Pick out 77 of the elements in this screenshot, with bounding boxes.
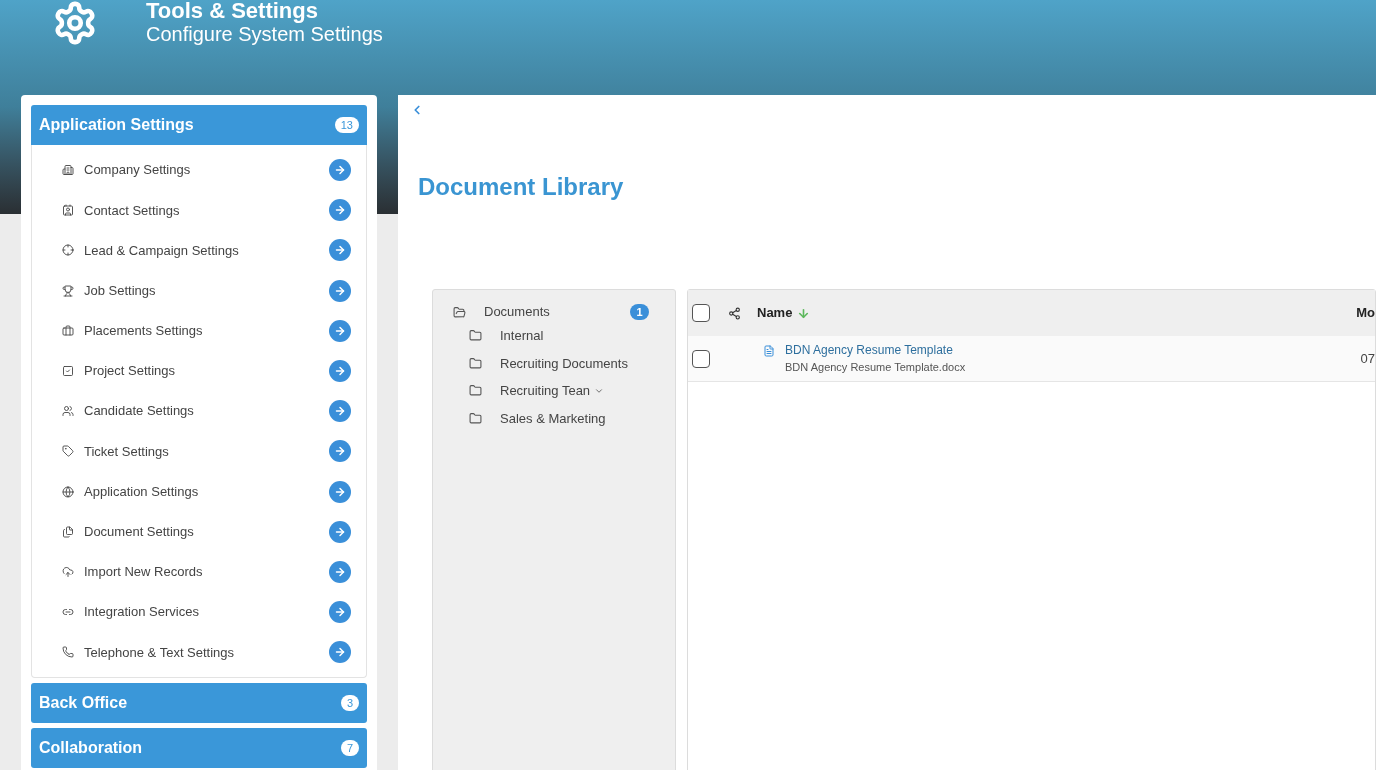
arrow-right-icon xyxy=(334,164,346,177)
trophy-icon xyxy=(62,284,74,297)
building-icon xyxy=(62,164,74,177)
go-arrow-button[interactable] xyxy=(329,480,351,503)
go-arrow-button[interactable] xyxy=(329,400,351,423)
settings-link[interactable]: Lead & Campaign Settings xyxy=(84,240,329,261)
folder-icon xyxy=(469,411,482,425)
phone-icon xyxy=(62,646,74,659)
share-icon[interactable] xyxy=(728,306,741,320)
column-header[interactable]: Name xyxy=(757,303,793,323)
arrow-right-icon xyxy=(334,525,346,538)
arrow-right-icon xyxy=(334,606,346,619)
settings-link[interactable]: Document Settings xyxy=(84,522,329,542)
section-title: Document Library xyxy=(418,172,625,202)
folder-item[interactable]: Recruiting Tean xyxy=(500,381,591,401)
document-link[interactable]: BDN Agency Resume Template xyxy=(785,341,1361,360)
go-arrow-button[interactable] xyxy=(329,159,351,182)
arrow-right-icon xyxy=(334,485,346,498)
settings-link[interactable]: Placements Settings xyxy=(84,321,329,341)
cloud-upload-icon xyxy=(62,565,74,578)
settings-link[interactable]: Integration Services xyxy=(84,602,329,622)
files-icon xyxy=(62,525,74,538)
count-badge: 7 xyxy=(340,740,359,757)
arrow-right-icon xyxy=(334,204,346,217)
users-icon xyxy=(62,405,74,418)
go-arrow-button[interactable] xyxy=(329,319,351,342)
arrow-right-icon xyxy=(334,646,346,659)
settings-link[interactable]: Import New Records xyxy=(84,562,329,582)
row-checkbox[interactable] xyxy=(692,349,710,368)
arrow-right-icon xyxy=(334,365,346,378)
settings-link[interactable]: Ticket Settings xyxy=(84,441,329,462)
globe-icon xyxy=(62,485,74,498)
go-arrow-button[interactable] xyxy=(329,279,351,302)
settings-link[interactable]: Project Settings xyxy=(84,361,329,381)
arrow-right-icon xyxy=(334,244,346,257)
go-arrow-button[interactable] xyxy=(329,520,351,543)
contact-card-icon xyxy=(62,204,74,217)
count-badge: 13 xyxy=(334,117,359,133)
page-title: Tools & Settings xyxy=(146,0,319,22)
document-icon xyxy=(763,345,775,357)
crosshair-icon xyxy=(62,244,74,257)
folder-item[interactable]: Sales & Marketing xyxy=(500,408,606,428)
settings-link[interactable]: Job Settings xyxy=(84,280,329,301)
arrow-right-icon xyxy=(334,284,346,297)
folder-icon xyxy=(469,384,482,398)
settings-link[interactable]: Telephone & Text Settings xyxy=(84,642,329,663)
arrow-right-icon xyxy=(334,565,346,578)
page-subtitle: Configure System Settings xyxy=(146,23,383,46)
folder-item[interactable]: Recruiting Documents xyxy=(500,353,628,373)
column-header[interactable]: Mo xyxy=(1356,303,1375,323)
arrow-right-icon xyxy=(334,445,346,458)
folder-icon xyxy=(469,329,482,343)
arrow-right-icon xyxy=(334,324,346,337)
settings-link[interactable]: Company Settings xyxy=(84,160,329,180)
count-badge: 1 xyxy=(630,304,649,320)
briefcase-icon xyxy=(62,324,74,337)
go-arrow-button[interactable] xyxy=(329,560,351,583)
go-arrow-button[interactable] xyxy=(329,601,351,624)
settings-link[interactable]: Application Settings xyxy=(84,481,329,502)
folder-item[interactable]: Documents xyxy=(484,302,630,322)
count-badge: 3 xyxy=(340,695,359,712)
file-name: BDN Agency Resume Template.docx xyxy=(785,360,967,376)
table-cell-text: 07 xyxy=(1360,349,1375,368)
go-arrow-button[interactable] xyxy=(329,239,351,262)
go-arrow-button[interactable] xyxy=(329,641,351,664)
checkbox-icon xyxy=(62,365,74,378)
folder-icon xyxy=(469,356,482,370)
go-arrow-button[interactable] xyxy=(329,360,351,383)
folder-open-icon xyxy=(453,305,466,319)
select-all-checkbox[interactable] xyxy=(692,304,710,322)
tag-icon xyxy=(62,445,74,458)
settings-link[interactable]: Candidate Settings xyxy=(84,401,329,421)
folder-item[interactable]: Internal xyxy=(500,326,544,346)
go-arrow-button[interactable] xyxy=(329,199,351,222)
settings-link[interactable]: Contact Settings xyxy=(84,200,329,221)
arrow-right-icon xyxy=(334,405,346,418)
go-arrow-button[interactable] xyxy=(329,440,351,463)
